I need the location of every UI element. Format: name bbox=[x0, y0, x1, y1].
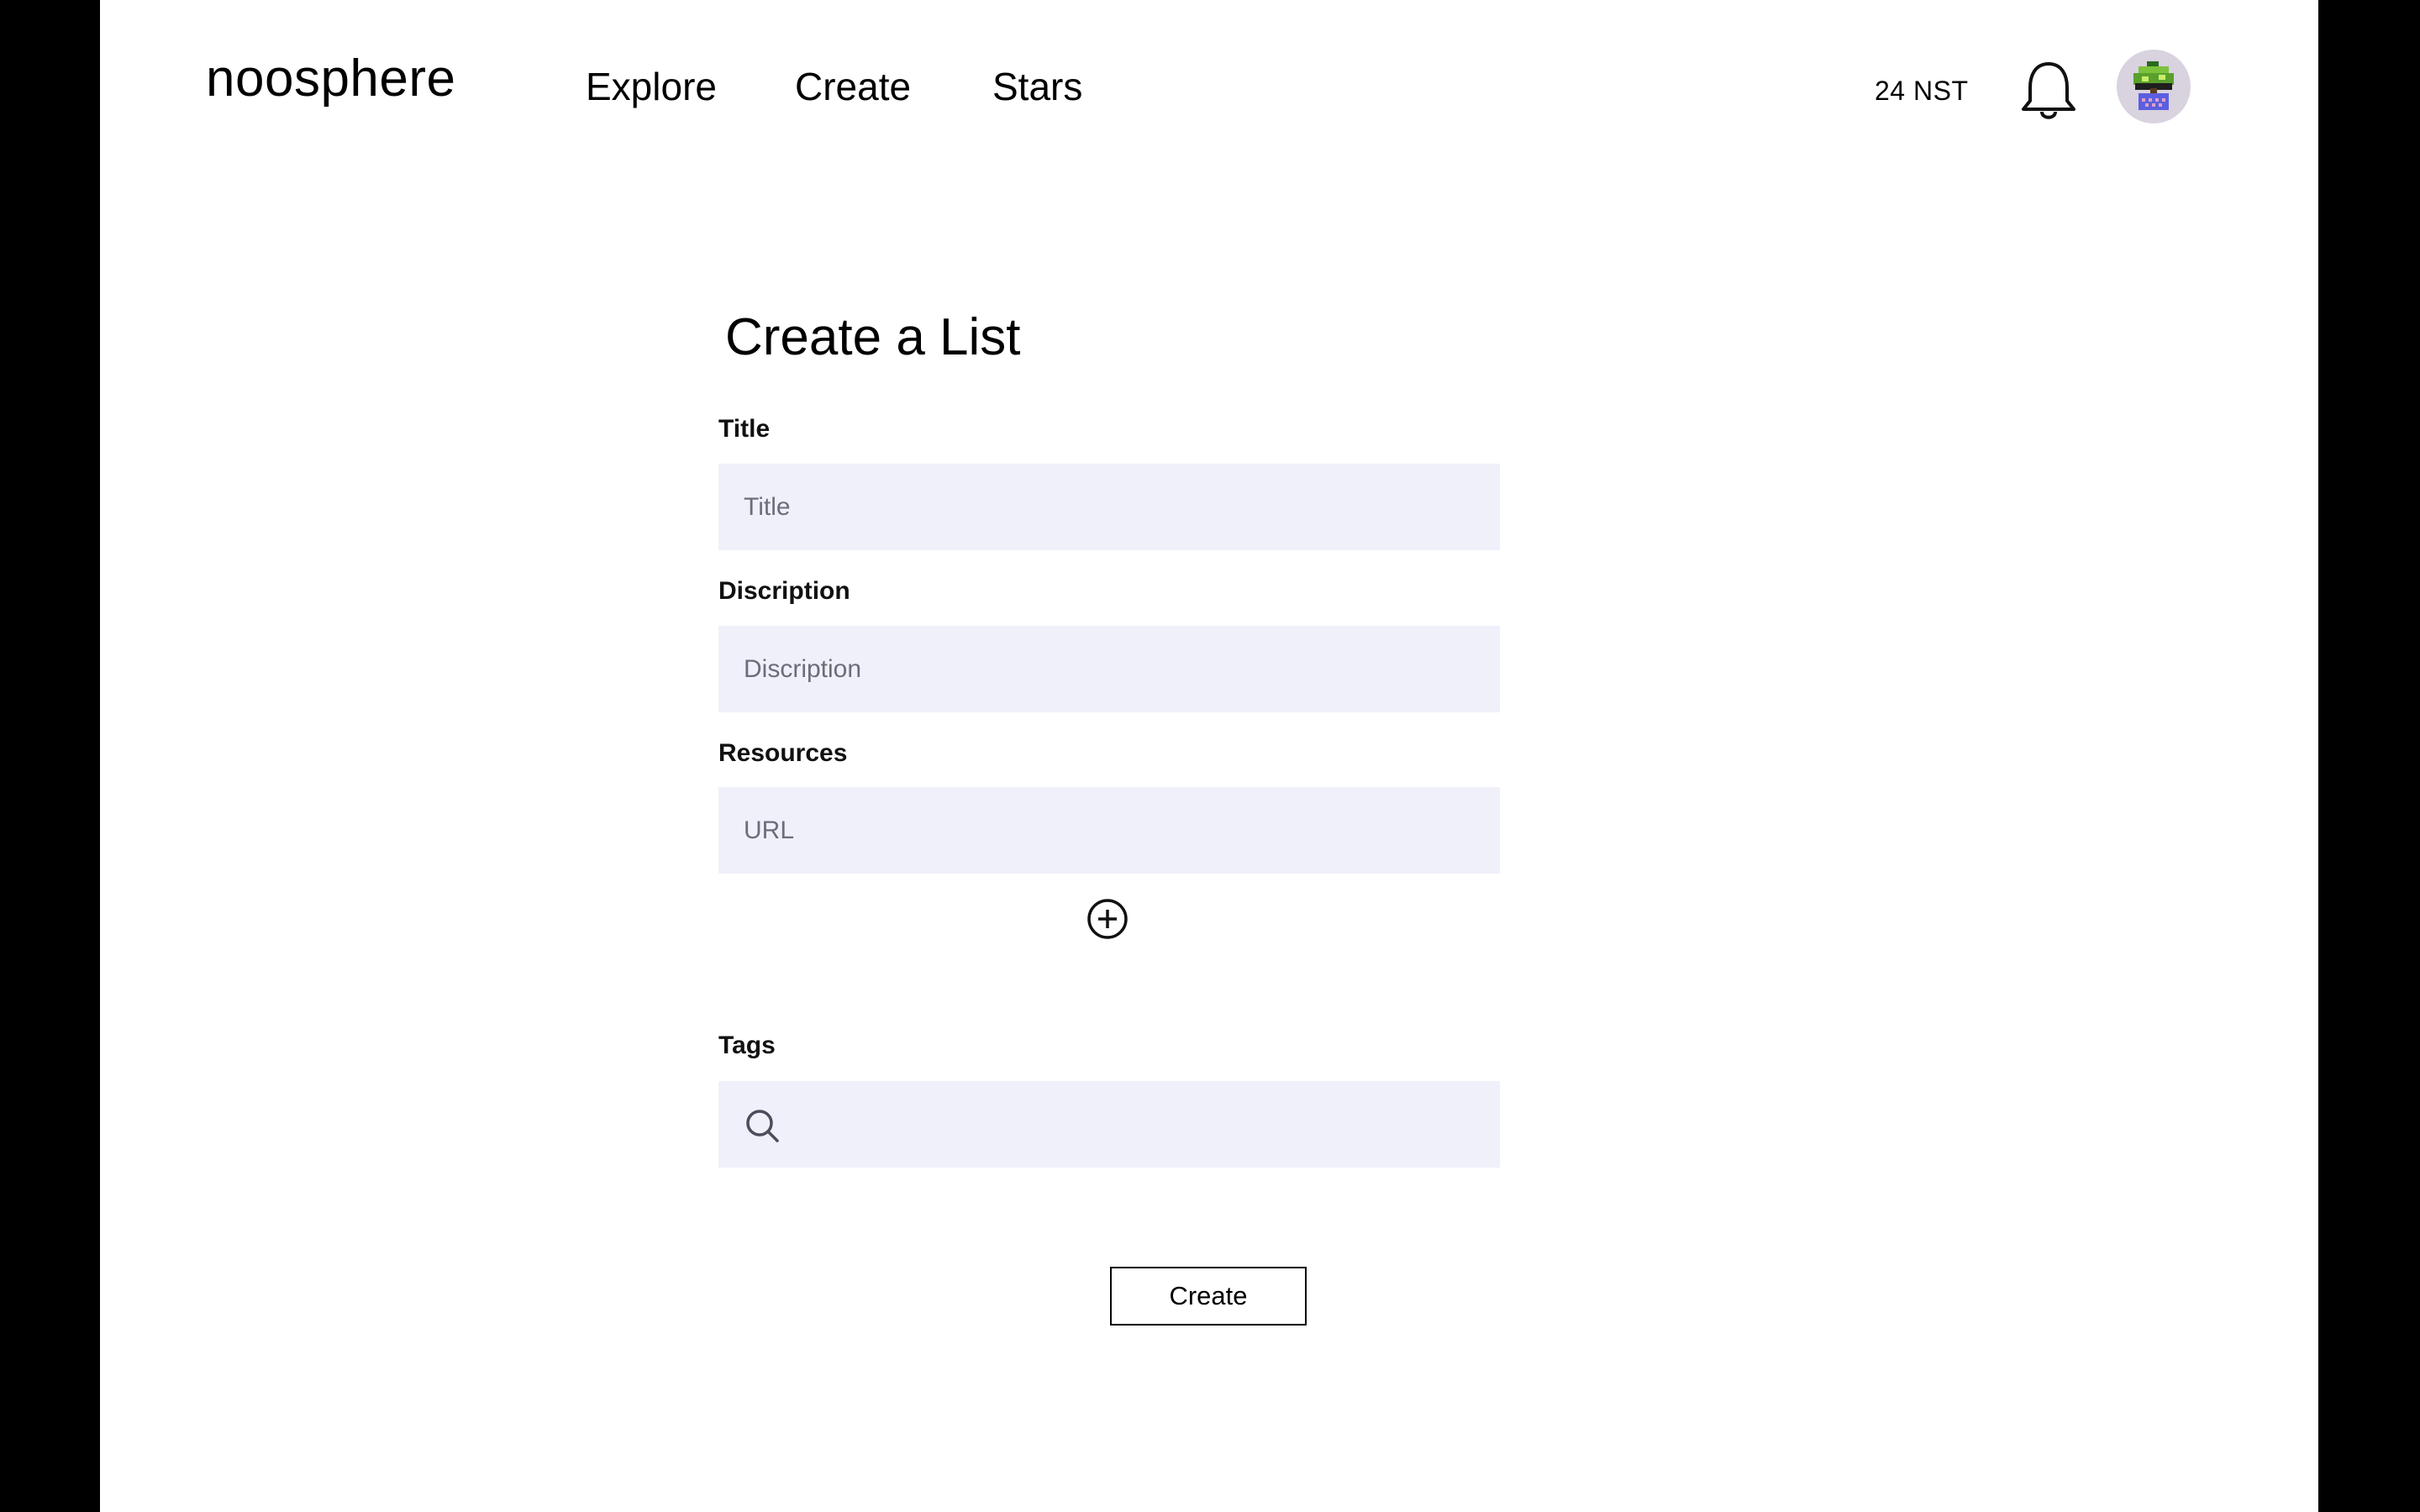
page-title: Create a List bbox=[725, 308, 1021, 366]
tags-label: Tags bbox=[718, 1032, 776, 1059]
nav-create[interactable]: Create bbox=[795, 64, 911, 109]
tags-input[interactable] bbox=[794, 1081, 1486, 1169]
bell-icon[interactable] bbox=[2018, 59, 2079, 121]
brand-logo[interactable]: noosphere bbox=[206, 49, 456, 108]
resources-label: Resources bbox=[718, 739, 848, 767]
token-balance: 24 NST bbox=[1875, 76, 1969, 106]
tags-search-field[interactable] bbox=[718, 1081, 1500, 1169]
avatar[interactable] bbox=[2117, 50, 2191, 123]
description-label: Discription bbox=[718, 577, 850, 605]
title-label: Title bbox=[718, 415, 771, 443]
description-input[interactable] bbox=[718, 626, 1500, 712]
nav-explore[interactable]: Explore bbox=[586, 64, 717, 109]
create-button[interactable]: Create bbox=[1110, 1267, 1307, 1326]
title-input[interactable] bbox=[718, 464, 1500, 550]
plus-circle-icon[interactable] bbox=[1086, 897, 1129, 941]
avatar-image bbox=[2133, 61, 2174, 110]
nav-stars[interactable]: Stars bbox=[992, 64, 1082, 109]
resource-url-input[interactable] bbox=[718, 787, 1500, 874]
search-icon bbox=[746, 1110, 779, 1142]
